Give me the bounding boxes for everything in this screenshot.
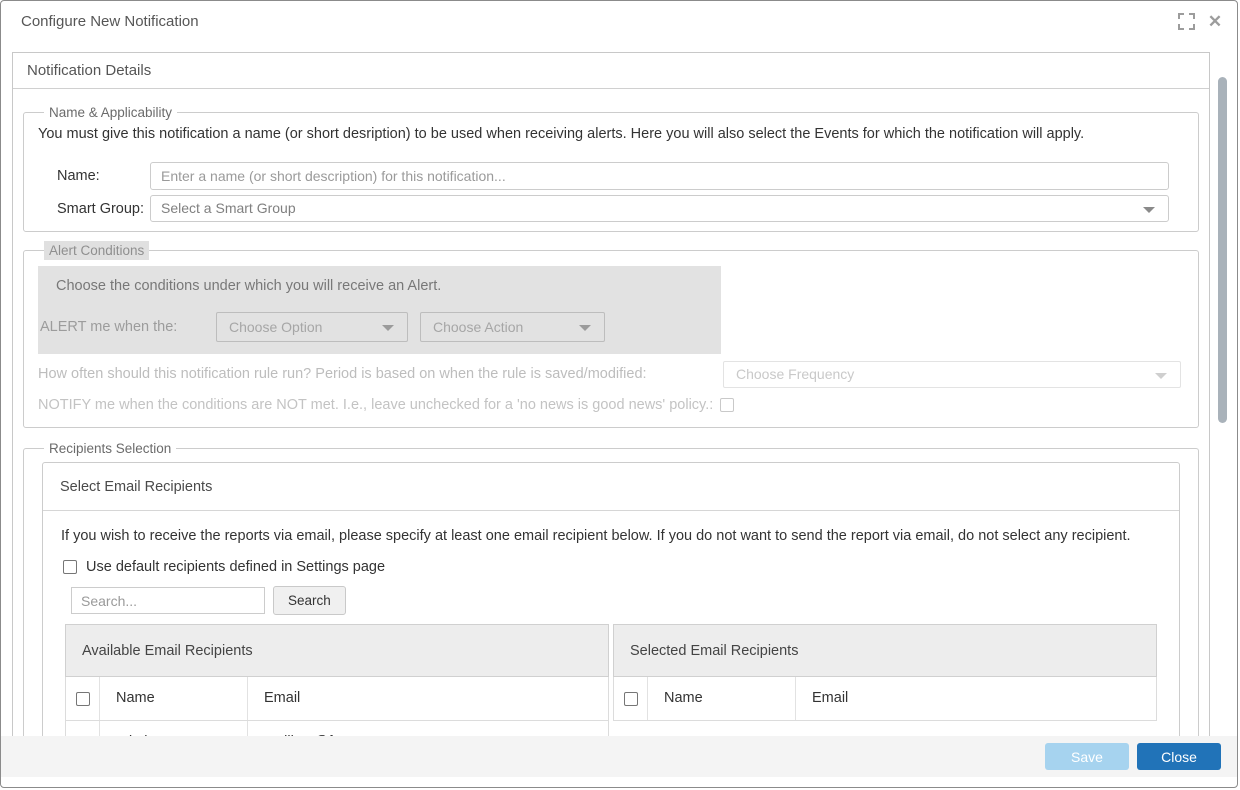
name-section-description: You must give this notification a name (… (38, 126, 1184, 142)
chevron-down-icon (382, 325, 394, 331)
smart-group-selected-value: Select a Smart Group (161, 200, 296, 216)
recipient-search-row: Search (71, 586, 1179, 615)
selected-select-all-cell (614, 677, 648, 720)
available-email-header: Email (248, 677, 608, 720)
dialog-footer: Save Close (1, 736, 1237, 777)
notification-details-panel: Notification Details Name & Applicabilit… (12, 52, 1210, 738)
chevron-down-icon (1155, 373, 1167, 379)
close-icon[interactable]: ✕ (1206, 12, 1224, 30)
notification-name-input[interactable] (150, 162, 1169, 190)
selected-name-header: Name (648, 677, 796, 720)
use-default-recipients-checkbox[interactable] (63, 560, 77, 574)
configure-notification-dialog: Configure New Notification ✕ Notificatio… (0, 0, 1238, 788)
choose-option-select: Choose Option (216, 312, 408, 342)
dialog-header-icons: ✕ (1177, 12, 1224, 30)
notify-row: NOTIFY me when the conditions are NOT me… (38, 397, 1184, 413)
frequency-question: How often should this notification rule … (38, 366, 647, 382)
available-header-row: Name Email (65, 677, 609, 721)
use-default-recipients-label: Use default recipients defined in Settin… (86, 559, 385, 575)
email-recipients-description: If you wish to receive the reports via e… (61, 528, 1161, 544)
smart-group-select[interactable]: Select a Smart Group (150, 195, 1169, 222)
smart-group-row: Smart Group: Select a Smart Group (57, 195, 1169, 222)
frequency-row: How often should this notification rule … (38, 361, 1184, 388)
footer-buttons: Save Close (1045, 743, 1221, 770)
available-select-all-cell (66, 677, 100, 720)
chevron-down-icon (579, 325, 591, 331)
choose-action-value: Choose Action (433, 319, 523, 335)
fullscreen-icon-svg (1178, 13, 1195, 30)
selected-recipients-title: Selected Email Recipients (613, 624, 1157, 677)
chevron-down-icon (1143, 207, 1155, 213)
selected-select-all-checkbox[interactable] (624, 692, 638, 706)
alert-conditions-section: Alert Conditions Choose the conditions u… (23, 241, 1199, 428)
name-label: Name: (57, 168, 150, 184)
choose-frequency-value: Choose Frequency (736, 366, 854, 382)
close-button[interactable]: Close (1137, 743, 1221, 770)
dialog-title: Configure New Notification (21, 13, 199, 30)
vertical-scrollbar-thumb[interactable] (1218, 77, 1227, 423)
available-select-all-checkbox[interactable] (76, 692, 90, 706)
name-applicability-section: Name & Applicability You must give this … (23, 105, 1199, 232)
recipient-search-input[interactable] (71, 587, 265, 614)
choose-action-select: Choose Action (420, 312, 605, 342)
recipients-tables: Available Email Recipients Name Email (65, 624, 1157, 738)
available-recipients-table: Available Email Recipients Name Email (65, 624, 609, 738)
smart-group-label: Smart Group: (57, 201, 150, 217)
name-applicability-legend: Name & Applicability (44, 105, 177, 120)
email-recipients-panel: Select Email Recipients If you wish to r… (42, 462, 1180, 738)
email-recipients-panel-title: Select Email Recipients (43, 463, 1179, 511)
alert-conditions-disabled-box: Choose the conditions under which you wi… (38, 266, 721, 354)
search-button[interactable]: Search (273, 586, 346, 615)
save-button[interactable]: Save (1045, 743, 1129, 770)
use-default-recipients-row: Use default recipients defined in Settin… (63, 559, 1161, 575)
selected-email-header: Email (796, 677, 1156, 720)
choose-option-value: Choose Option (229, 319, 322, 335)
available-name-header: Name (100, 677, 248, 720)
alert-conditions-legend: Alert Conditions (44, 241, 149, 260)
selected-recipients-table: Selected Email Recipients Name Email (613, 624, 1157, 738)
selected-header-row: Name Email (613, 677, 1157, 721)
recipients-selection-legend: Recipients Selection (44, 441, 176, 456)
fullscreen-icon[interactable] (1177, 12, 1195, 30)
panel-title: Notification Details (13, 53, 1209, 89)
name-row: Name: (57, 162, 1169, 190)
alert-conditions-intro: Choose the conditions under which you wi… (56, 278, 441, 294)
choose-frequency-select: Choose Frequency (723, 361, 1181, 388)
recipients-selection-section: Recipients Selection Select Email Recipi… (23, 441, 1199, 738)
alert-me-label: ALERT me when the: (40, 312, 177, 342)
panel-body: Name & Applicability You must give this … (13, 89, 1209, 738)
available-recipients-title: Available Email Recipients (65, 624, 609, 677)
notify-label: NOTIFY me when the conditions are NOT me… (38, 397, 713, 413)
notify-checkbox (720, 398, 734, 412)
